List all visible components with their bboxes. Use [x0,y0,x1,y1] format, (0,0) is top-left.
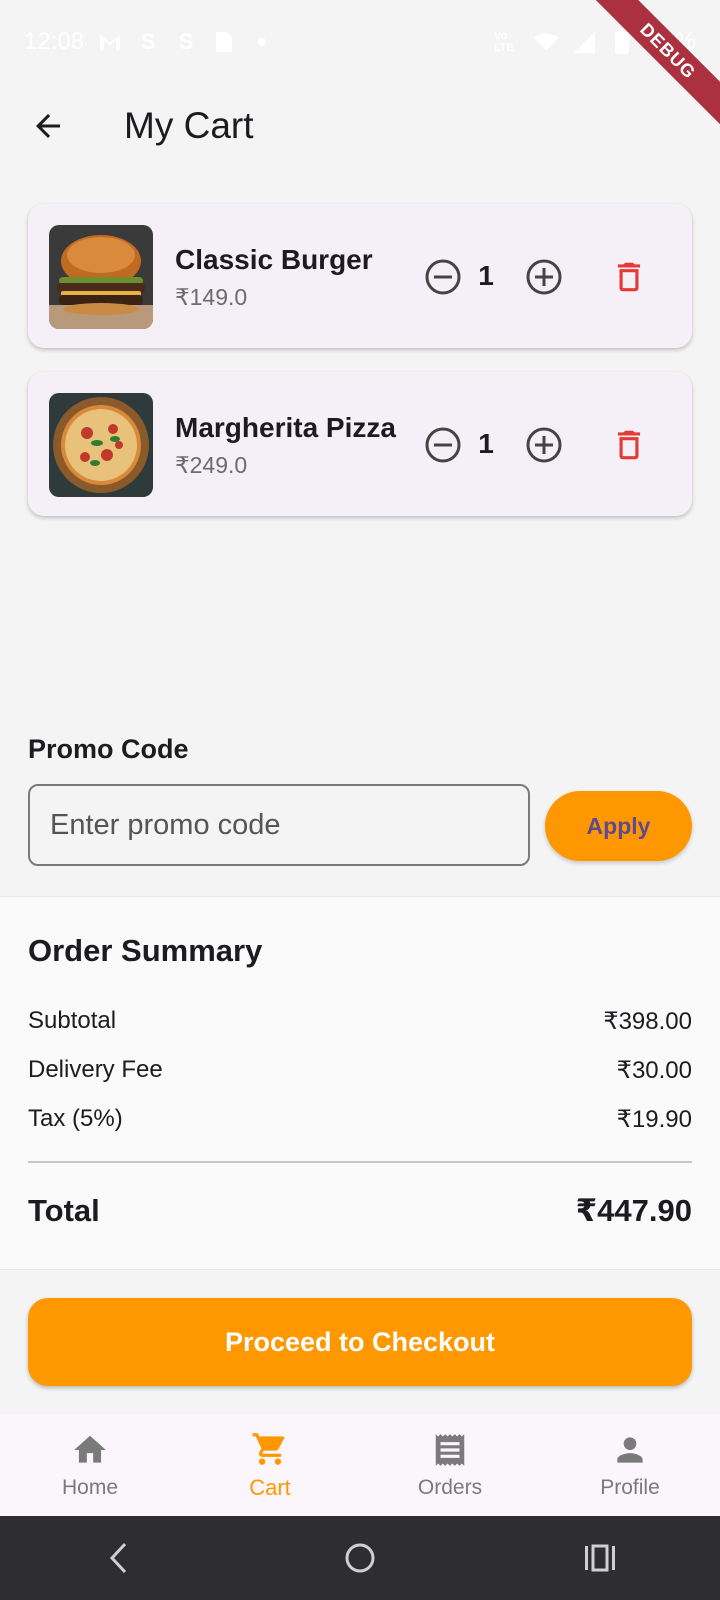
remove-circle-icon [425,427,461,463]
summary-label: Delivery Fee [28,1056,163,1083]
remove-circle-icon [425,259,461,295]
add-circle-icon [526,259,562,295]
trash-icon [617,430,641,460]
nav-item-home[interactable]: Home [0,1414,180,1516]
nav-label: Profile [600,1476,660,1499]
volte-icon: Vo LTE [493,30,514,54]
delete-item-button[interactable] [610,426,648,464]
cart-item: Classic Burger ₹149.0 1 [28,204,692,348]
app-bar: My Cart [0,84,720,168]
nav-item-cart[interactable]: Cart [180,1414,360,1516]
order-summary-title: Order Summary [28,933,263,968]
wifi-icon [533,30,558,54]
system-home-button[interactable] [330,1528,390,1588]
promo-code-heading: Promo Code [28,734,189,764]
nav-item-profile[interactable]: Profile [540,1414,720,1516]
decrease-quantity-button[interactable] [424,258,462,296]
summary-divider [28,1161,692,1163]
summary-row-tax: Tax (5%) ₹19.90 [28,1105,692,1134]
quantity-value: 1 [478,428,494,459]
item-price: ₹149.0 [175,284,248,310]
nav-label: Cart [249,1475,291,1500]
home-icon [70,1430,110,1470]
circle-home-icon [345,1543,375,1573]
total-value: ₹447.90 [575,1193,692,1228]
pizza-image [49,393,153,497]
decrease-quantity-button[interactable] [424,426,462,464]
system-recents-button[interactable] [570,1528,630,1588]
system-navigation-bar [0,1516,720,1600]
nav-item-orders[interactable]: Orders [360,1414,540,1516]
recents-icon [585,1544,615,1572]
bottom-navigation: Home Cart Orders Profile [0,1414,720,1516]
increase-quantity-button[interactable] [525,258,563,296]
summary-value: ₹19.90 [616,1106,692,1133]
chevron-left-icon [109,1542,127,1574]
proceed-to-checkout-button[interactable]: Proceed to Checkout [28,1298,692,1386]
cart-icon [250,1429,290,1469]
item-name: Classic Burger [175,244,373,275]
quantity-value: 1 [478,260,494,291]
summary-value: ₹398.00 [603,1008,692,1035]
summary-label: Subtotal [28,1007,117,1034]
document-icon [212,30,236,54]
summary-row-delivery-fee: Delivery Fee ₹30.00 [28,1056,692,1085]
increase-quantity-button[interactable] [525,426,563,464]
add-circle-icon [526,427,562,463]
arrow-back-icon [36,114,60,138]
system-back-button[interactable] [90,1528,150,1588]
total-label: Total [28,1193,100,1228]
promo-code-input[interactable] [28,784,530,866]
apply-promo-button[interactable]: Apply [545,791,692,861]
app-s-icon: S [140,29,156,54]
order-summary: Order Summary Subtotal ₹398.00 Delivery … [0,896,720,1270]
trash-icon [617,262,641,292]
nav-label: Orders [417,1476,483,1499]
summary-total-row: Total ₹447.90 [28,1193,692,1229]
page-title: My Cart [124,105,254,146]
dot-icon [250,30,274,54]
person-icon [610,1430,650,1470]
nav-label: Home [61,1476,119,1499]
summary-label: Tax (5%) [28,1105,123,1132]
app-s-icon: S [178,29,194,54]
item-name: Margherita Pizza [175,412,396,443]
signal-icon [572,30,596,54]
summary-value: ₹30.00 [616,1057,692,1084]
cart-item: Margherita Pizza ₹249.0 1 [28,372,692,516]
gmail-icon [98,30,122,54]
burger-image [49,225,153,329]
status-time: 12:08 [24,28,85,55]
summary-row-subtotal: Subtotal ₹398.00 [28,1007,692,1036]
item-price: ₹249.0 [175,452,248,478]
back-button[interactable] [16,94,80,158]
delete-item-button[interactable] [610,258,648,296]
receipt-icon [430,1430,470,1470]
